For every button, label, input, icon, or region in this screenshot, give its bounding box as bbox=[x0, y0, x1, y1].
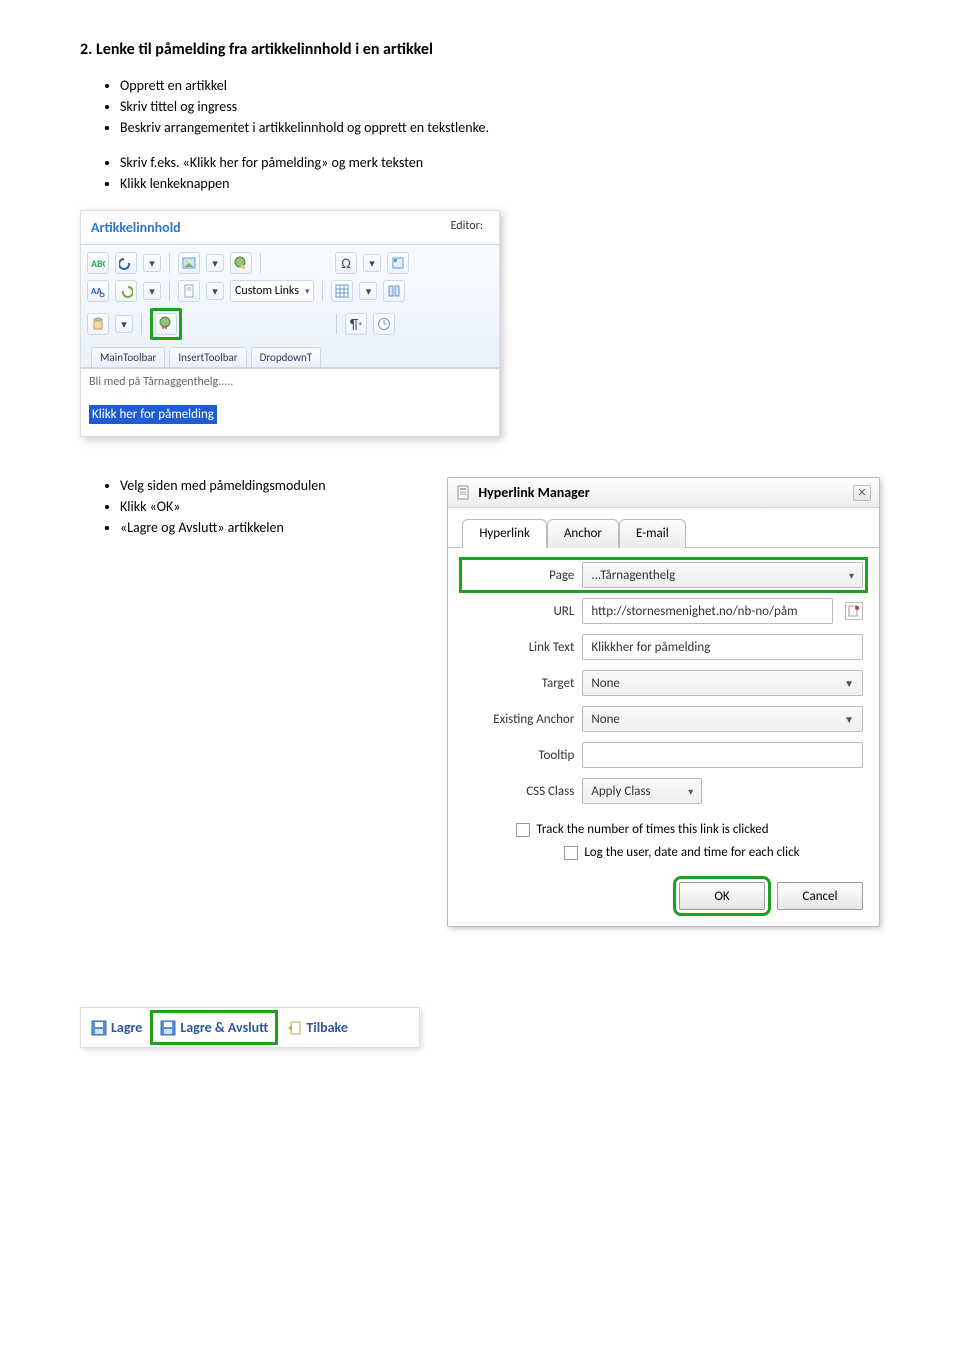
linktext-value: Klikkher for påmelding bbox=[591, 640, 710, 655]
save-icon bbox=[91, 1020, 107, 1036]
list-item: Klikk «OK» bbox=[120, 498, 437, 515]
list-item: Opprett en artikkel bbox=[120, 77, 880, 94]
page-label: Page bbox=[464, 568, 574, 583]
hyperlink-button[interactable] bbox=[155, 313, 177, 335]
page-dropdown[interactable]: ...Tårnagenthelg ▾ bbox=[582, 562, 863, 588]
editor-toolbar: ABC ▾ ▾ Ω ▾ AA bbox=[81, 244, 499, 368]
find-icon[interactable]: AA bbox=[87, 280, 109, 302]
editor-selected-text: Klikk her for påmelding bbox=[89, 405, 217, 424]
page-icon bbox=[456, 485, 472, 501]
spellcheck-icon[interactable]: ABC bbox=[87, 252, 109, 274]
save-toolbar: Lagre Lagre & Avslutt Tilbake bbox=[80, 1007, 420, 1048]
editor-content-area[interactable]: Bli med på Tårnaggenthelg..... Klikk her… bbox=[81, 368, 499, 436]
toolbar-tab-main[interactable]: MainToolbar bbox=[91, 347, 165, 367]
anchor-value: None bbox=[591, 712, 620, 727]
custom-links-label: Custom Links bbox=[235, 284, 299, 298]
close-icon[interactable]: ✕ bbox=[853, 485, 871, 501]
paste-icon[interactable] bbox=[87, 313, 109, 335]
list-item: Klikk lenkeknappen bbox=[120, 175, 880, 192]
css-dropdown[interactable]: Apply Class ▾ bbox=[582, 778, 702, 804]
anchor-label: Existing Anchor bbox=[464, 712, 574, 727]
list-item: Skriv f.eks. «Klikk her for påmelding» o… bbox=[120, 154, 880, 171]
log-checkbox[interactable] bbox=[564, 846, 578, 860]
tooltip-input[interactable] bbox=[582, 742, 863, 768]
caret-down-icon[interactable]: ▾ bbox=[143, 254, 161, 272]
page-heading: 2. Lenke til påmelding fra artikkelinnho… bbox=[80, 40, 880, 59]
list-item: Velg siden med påmeldingsmodulen bbox=[120, 477, 437, 494]
list-item: Beskriv arrangementet i artikkelinnhold … bbox=[120, 119, 880, 136]
tab-email[interactable]: E-mail bbox=[619, 519, 686, 548]
track-checkbox[interactable] bbox=[516, 823, 530, 837]
linktext-label: Link Text bbox=[464, 640, 574, 655]
url-picker-icon[interactable] bbox=[845, 602, 863, 620]
document-icon[interactable] bbox=[178, 280, 200, 302]
redo-icon[interactable] bbox=[115, 280, 137, 302]
lagre-button[interactable]: Lagre bbox=[91, 1019, 142, 1036]
svg-text:AA: AA bbox=[91, 286, 102, 297]
custom-links-dropdown[interactable]: Custom Links ▾ bbox=[230, 280, 314, 302]
bullet-list-2: Skriv f.eks. «Klikk her for påmelding» o… bbox=[120, 154, 880, 192]
url-input[interactable]: http://stornesmenighet.no/nb-no/påm bbox=[582, 598, 833, 624]
page-value: ...Tårnagenthelg bbox=[591, 568, 675, 583]
bullet-list-3: Velg siden med påmeldingsmodulen Klikk «… bbox=[120, 477, 437, 536]
caret-down-icon[interactable]: ▾ bbox=[143, 282, 161, 300]
url-value: http://stornesmenighet.no/nb-no/påm bbox=[591, 604, 797, 619]
dialog-title-text: Hyperlink Manager bbox=[478, 484, 589, 501]
save-icon bbox=[160, 1020, 176, 1036]
url-label: URL bbox=[464, 604, 574, 619]
linktext-input[interactable]: Klikkher for påmelding bbox=[582, 634, 863, 660]
target-dropdown[interactable]: None ▼ bbox=[582, 670, 863, 696]
layout-icon[interactable] bbox=[383, 280, 405, 302]
css-value: Apply Class bbox=[591, 784, 650, 799]
anchor-dropdown[interactable]: None ▼ bbox=[582, 706, 863, 732]
caret-down-icon[interactable]: ▾ bbox=[206, 254, 224, 272]
tab-hyperlink[interactable]: Hyperlink bbox=[462, 519, 547, 548]
caret-down-icon: ▼ bbox=[844, 677, 854, 690]
back-icon bbox=[286, 1020, 302, 1036]
globe-edit-icon[interactable] bbox=[230, 252, 252, 274]
caret-down-icon[interactable]: ▾ bbox=[359, 282, 377, 300]
tilbake-label: Tilbake bbox=[306, 1019, 348, 1036]
hyperlink-manager-dialog: Hyperlink Manager ✕ Hyperlink Anchor E-m… bbox=[447, 477, 880, 927]
editor-text-line: Bli med på Tårnaggenthelg..... bbox=[89, 375, 491, 389]
cancel-button[interactable]: Cancel bbox=[777, 882, 863, 910]
lagre-avslutt-button[interactable]: Lagre & Avslutt bbox=[156, 1016, 272, 1039]
clock-icon[interactable] bbox=[373, 313, 395, 335]
css-label: CSS Class bbox=[464, 784, 574, 799]
toolbar-tab-dropdown[interactable]: DropdownT bbox=[251, 347, 322, 367]
tooltip-label: Tooltip bbox=[464, 748, 574, 763]
caret-down-icon: ▾ bbox=[849, 569, 854, 582]
caret-down-icon[interactable]: ▾ bbox=[206, 282, 224, 300]
list-item: Skriv tittel og ingress bbox=[120, 98, 880, 115]
lagre-avslutt-label: Lagre & Avslutt bbox=[180, 1019, 268, 1036]
target-label: Target bbox=[464, 676, 574, 691]
bullet-list-1: Opprett en artikkel Skriv tittel og ingr… bbox=[120, 77, 880, 136]
image-icon[interactable] bbox=[178, 252, 200, 274]
caret-down-icon: ▾ bbox=[688, 785, 693, 798]
undo-icon[interactable] bbox=[115, 252, 137, 274]
lagre-label: Lagre bbox=[111, 1019, 142, 1036]
caret-down-icon: ▾ bbox=[305, 286, 310, 297]
toolbar-tab-insert[interactable]: InsertToolbar bbox=[169, 347, 246, 367]
target-value: None bbox=[591, 676, 620, 691]
omega-icon[interactable]: Ω bbox=[335, 252, 357, 274]
tab-anchor[interactable]: Anchor bbox=[547, 519, 619, 548]
ok-button[interactable]: OK bbox=[679, 882, 765, 910]
tilbake-button[interactable]: Tilbake bbox=[286, 1019, 348, 1036]
editor-section-title: Artikkelinnhold bbox=[91, 219, 181, 236]
caret-down-icon: ▼ bbox=[844, 713, 854, 726]
editor-label: Editor: bbox=[451, 219, 489, 236]
track-label: Track the number of times this link is c… bbox=[536, 822, 768, 837]
template-icon[interactable] bbox=[387, 252, 409, 274]
pilcrow-icon[interactable]: ¶+ bbox=[345, 313, 367, 335]
log-label: Log the user, date and time for each cli… bbox=[584, 845, 799, 860]
caret-down-icon[interactable]: ▾ bbox=[115, 315, 133, 333]
table-icon[interactable] bbox=[331, 280, 353, 302]
list-item: «Lagre og Avslutt» artikkelen bbox=[120, 519, 437, 536]
editor-screenshot: Artikkelinnhold Editor: ABC ▾ ▾ Ω ▾ bbox=[80, 210, 500, 437]
svg-text:ABC: ABC bbox=[91, 257, 105, 270]
caret-down-icon[interactable]: ▾ bbox=[363, 254, 381, 272]
